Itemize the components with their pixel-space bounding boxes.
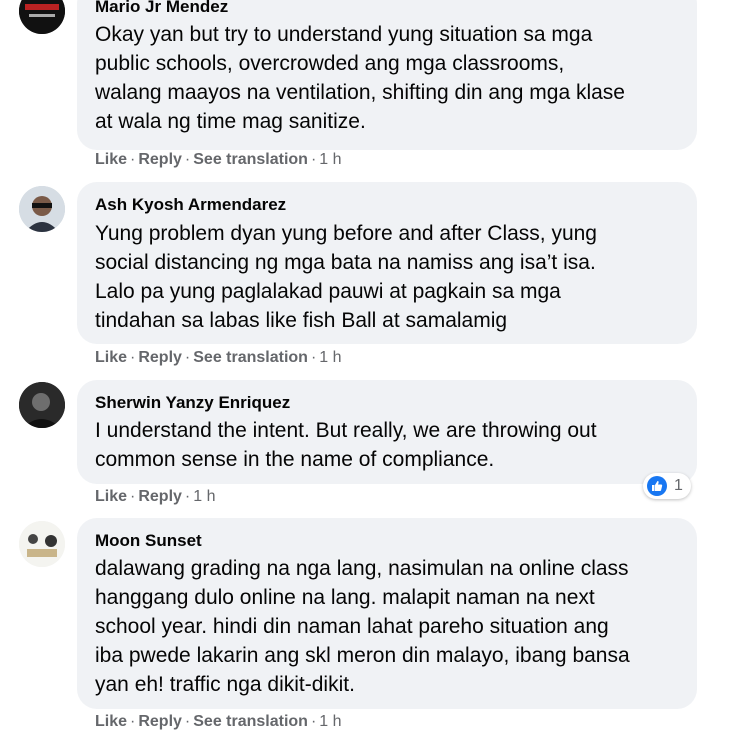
avatar-image (19, 186, 65, 232)
separator: · (310, 151, 317, 168)
like-link[interactable]: Like (95, 151, 127, 168)
comment-actions: Like · Reply · See translation · 1 h (95, 713, 342, 731)
comment-bubble: Ash Kyosh Armendarez Yung problem dyan y… (77, 182, 697, 344)
avatar[interactable] (19, 0, 65, 34)
separator: · (184, 349, 191, 366)
avatar[interactable] (19, 382, 65, 428)
separator: · (184, 713, 191, 730)
see-translation-link[interactable]: See translation (193, 349, 308, 366)
reaction-count: 1 (674, 477, 683, 494)
comment-time[interactable]: 1 h (319, 713, 341, 730)
comment-time[interactable]: 1 h (319, 349, 341, 366)
separator: · (184, 488, 191, 505)
reply-link[interactable]: Reply (138, 488, 182, 505)
comment-actions: Like · Reply · See translation · 1 h (95, 151, 342, 169)
avatar-image (19, 0, 65, 34)
comment-time[interactable]: 1 h (193, 488, 215, 505)
comment-bubble: Moon Sunset dalawang grading na nga lang… (77, 518, 697, 709)
like-link[interactable]: Like (95, 349, 127, 366)
like-link[interactable]: Like (95, 488, 127, 505)
comment-actions: Like · Reply · See translation · 1 h (95, 349, 342, 367)
reaction-badge[interactable]: 1 (643, 473, 691, 499)
comment-author[interactable]: Ash Kyosh Armendarez (95, 195, 286, 215)
comment-author[interactable]: Moon Sunset (95, 531, 202, 551)
comment-text: Okay yan but try to understand yung situ… (95, 23, 625, 133)
separator: · (130, 713, 136, 730)
avatar[interactable] (19, 186, 65, 232)
like-reaction-icon (647, 476, 667, 496)
comment-actions: Like · Reply · 1 h (95, 488, 216, 506)
comment-bubble: Mario Jr Mendez Okay yan but try to unde… (77, 0, 697, 150)
comment-author[interactable]: Mario Jr Mendez (95, 0, 228, 17)
see-translation-link[interactable]: See translation (193, 151, 308, 168)
separator: · (130, 349, 136, 366)
like-link[interactable]: Like (95, 713, 127, 730)
separator: · (184, 151, 191, 168)
avatar-image (19, 382, 65, 428)
comment-text: I understand the intent. But really, we … (95, 419, 597, 471)
comment-bubble: Sherwin Yanzy Enriquez I understand the … (77, 380, 697, 484)
reply-link[interactable]: Reply (138, 349, 182, 366)
separator: · (130, 151, 136, 168)
comment-time[interactable]: 1 h (319, 151, 341, 168)
avatar-image (19, 521, 65, 567)
thumbs-up-icon (652, 481, 663, 491)
separator: · (310, 349, 317, 366)
comment-text: Yung problem dyan yung before and after … (95, 222, 597, 332)
avatar[interactable] (19, 521, 65, 567)
reply-link[interactable]: Reply (138, 151, 182, 168)
see-translation-link[interactable]: See translation (193, 713, 308, 730)
reply-link[interactable]: Reply (138, 713, 182, 730)
separator: · (310, 713, 317, 730)
separator: · (130, 488, 136, 505)
comment-author[interactable]: Sherwin Yanzy Enriquez (95, 393, 290, 413)
comment-text: dalawang grading na nga lang, nasimulan … (95, 557, 630, 696)
